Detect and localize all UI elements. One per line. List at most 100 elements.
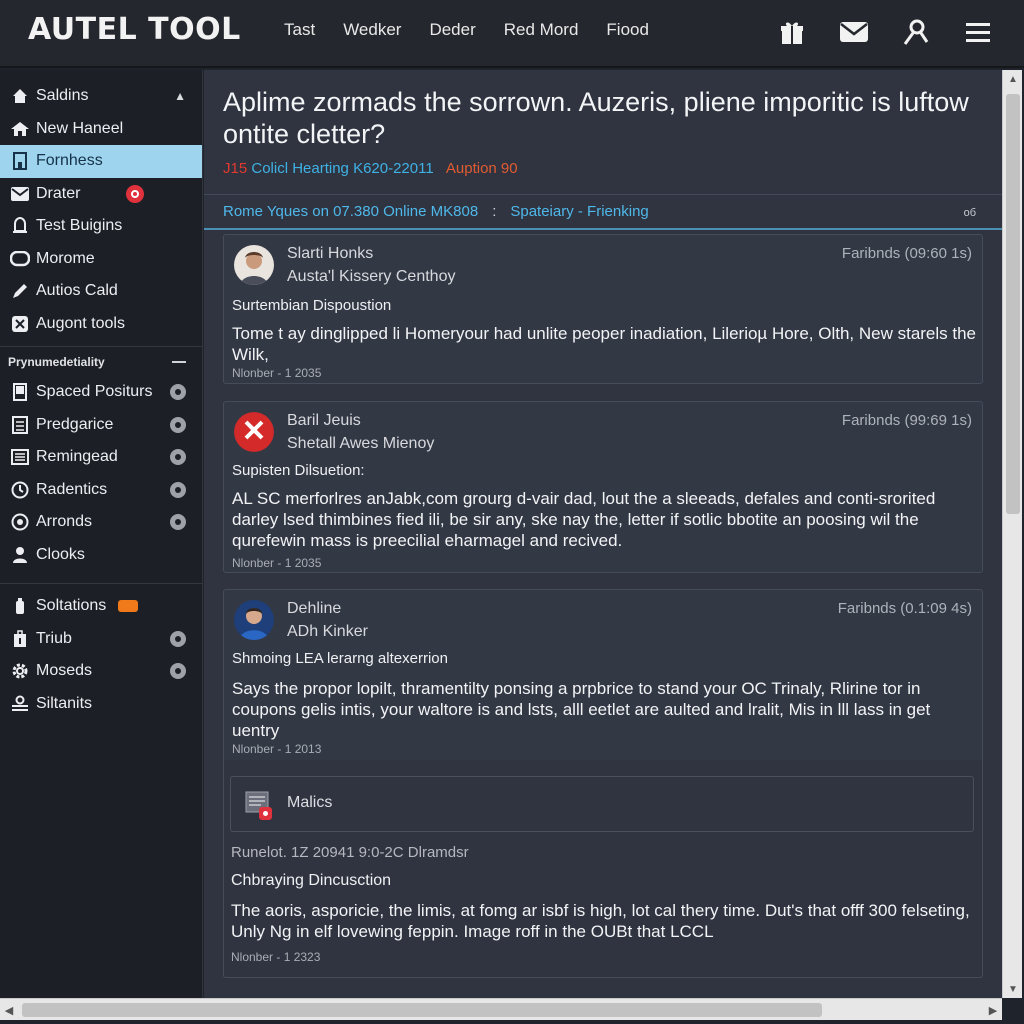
radio-indicator[interactable] <box>170 416 186 433</box>
post-author[interactable]: Baril Jeuis <box>287 412 361 430</box>
sidebar-item-label: Fornhess <box>36 152 103 170</box>
post-subject: Supisten Dilsuetion: <box>232 462 365 479</box>
attachment-label: Malics <box>287 794 333 811</box>
sidebar-item-arronds[interactable]: Arronds <box>0 506 202 539</box>
horizontal-scrollbar[interactable]: ◀ ▶ <box>0 998 1002 1020</box>
post-timestamp: Faribnds (0.1:09 4s) <box>837 600 972 617</box>
sidebar-item-label: Clooks <box>36 545 85 563</box>
info-link-right[interactable]: Spateiary - Frienking <box>510 203 648 220</box>
sidebar-section-header[interactable]: Prynumedetiality <box>0 346 202 376</box>
reply-meta: Runelot. 1Z 20941 9:0-2C Dlramdsr <box>231 844 469 861</box>
collapse-icon[interactable] <box>172 361 186 363</box>
sidebar-item-label: Test Buigins <box>36 217 123 235</box>
scroll-down-icon[interactable]: ▼ <box>1003 980 1023 998</box>
topnav-item-2[interactable]: Wedker <box>329 20 415 40</box>
sidebar-item-label: Saldins <box>36 87 89 105</box>
sidebar-item-test-buigins[interactable]: Test Buigins <box>0 210 202 243</box>
grid-icon <box>10 415 30 435</box>
reply-subject: Chbraying Dincusction <box>231 872 392 889</box>
sidebar-item-new-haneel[interactable]: New Haneel <box>0 113 202 146</box>
scroll-up-icon[interactable]: ▲ <box>1003 70 1023 88</box>
sidebar-item-label: Arronds <box>36 513 93 531</box>
sidebar-item-saldins[interactable]: Saldins ▲ <box>0 80 202 113</box>
post-card: Slarti Honks Austa'l Kissery Centhoy Far… <box>223 234 983 384</box>
post-organization: Austa'l Kissery Centhoy <box>287 268 456 285</box>
post-body: AL SC merforlres anJabk,com grourg d-vai… <box>232 489 936 550</box>
avatar[interactable] <box>234 600 274 640</box>
radio-indicator[interactable] <box>170 630 186 647</box>
avatar[interactable] <box>234 412 274 452</box>
sidebar-item-label: Triub <box>36 629 72 647</box>
post-card: Dehline ADh Kinker Faribnds (0.1:09 4s) … <box>223 589 983 760</box>
vertical-scrollbar[interactable]: ▲ ▼ <box>1002 70 1022 998</box>
post-organization: Shetall Awes Mienoy <box>287 435 435 452</box>
sidebar-item-radentics[interactable]: Radentics <box>0 474 202 507</box>
sidebar-item-label: Morome <box>36 249 95 267</box>
sidebar-section-label: Prynumedetiality <box>8 354 105 369</box>
scroll-right-icon[interactable]: ▶ <box>984 999 1002 1021</box>
notification-badge <box>126 184 144 203</box>
mail-icon[interactable] <box>838 16 870 48</box>
radio-indicator[interactable] <box>170 384 186 401</box>
topnav-item-4[interactable]: Red Mord <box>490 20 593 40</box>
sidebar-item-siltanits[interactable]: Siltanits <box>0 688 202 721</box>
sidebar-item-label: Siltanits <box>36 694 93 712</box>
top-nav: Tast Wedker Deder Red Mord Fiood <box>270 20 663 40</box>
attachment-icon <box>245 791 272 820</box>
topnav-item-5[interactable]: Fiood <box>592 20 663 40</box>
topnav-item-3[interactable]: Deder <box>415 20 489 40</box>
scroll-left-icon[interactable]: ◀ <box>0 999 18 1021</box>
post-number: Nlonber - 1 2013 <box>232 742 322 756</box>
scrollbar-thumb[interactable] <box>1006 94 1020 514</box>
sidebar: Saldins ▲ New Haneel Fornhess Drater Tes… <box>0 70 203 1000</box>
app-logo[interactable]: AUTEL TOOL <box>28 12 241 47</box>
radio-indicator[interactable] <box>170 663 186 680</box>
user-icon[interactable] <box>900 16 932 48</box>
sidebar-item-soltations[interactable]: Soltations <box>0 590 202 623</box>
chevron-up-icon[interactable]: ▲ <box>174 89 186 103</box>
info-end-marker[interactable]: oб <box>964 207 976 219</box>
sidebar-item-label: New Haneel <box>36 119 124 137</box>
meta-status: Auption 90 <box>445 160 518 177</box>
meta-link[interactable]: Colicl Hearting K620-22011 <box>251 160 433 177</box>
building-icon <box>10 151 30 171</box>
avatar[interactable] <box>234 245 274 285</box>
sidebar-item-label: Soltations <box>36 597 107 615</box>
star-icon <box>10 86 30 106</box>
home-icon <box>10 119 30 139</box>
radio-indicator[interactable] <box>170 481 186 498</box>
clock-icon <box>10 480 30 500</box>
main-content: Aplime zormads the sorrown. Auzeris, pli… <box>204 70 1002 998</box>
top-bar: AUTEL TOOL Tast Wedker Deder Red Mord Fi… <box>0 0 1024 68</box>
attachment[interactable]: Malics <box>230 776 974 832</box>
radio-indicator[interactable] <box>170 514 186 531</box>
menu-icon[interactable] <box>962 16 994 48</box>
topnav-item-1[interactable]: Tast <box>270 20 329 40</box>
sidebar-item-morome[interactable]: Morome <box>0 243 202 276</box>
sidebar-item-augont-tools[interactable]: Augont tools <box>0 308 202 341</box>
sidebar-item-moseds[interactable]: Moseds <box>0 655 202 688</box>
top-icons <box>776 16 994 48</box>
sidebar-item-spaced-positurs[interactable]: Spaced Positurs <box>0 376 202 409</box>
document-icon <box>10 382 30 402</box>
sidebar-item-predgarice[interactable]: Predgarice <box>0 409 202 442</box>
post-body: Tome t ay dinglipped li Homeryour had un… <box>232 324 977 364</box>
sidebar-item-autios-cald[interactable]: Autios Cald <box>0 275 202 308</box>
post-timestamp: Faribnds (09:60 1s) <box>841 245 972 262</box>
radio-indicator[interactable] <box>170 449 186 466</box>
sidebar-item-label: Autios Cald <box>36 282 118 300</box>
sidebar-item-remingead[interactable]: Remingead <box>0 441 202 474</box>
sidebar-item-triub[interactable]: Triub <box>0 623 202 656</box>
post-author[interactable]: Dehline <box>287 600 341 618</box>
sidebar-item-clooks[interactable]: Clooks <box>0 539 202 572</box>
post-card: Baril Jeuis Shetall Awes Mienoy Faribnds… <box>223 401 983 573</box>
info-separator: : <box>492 203 497 220</box>
scrollbar-thumb[interactable] <box>22 1003 822 1017</box>
gift-icon[interactable] <box>776 16 808 48</box>
info-link-left[interactable]: Rome Yques on 07.380 Online MK808 <box>223 203 478 220</box>
sidebar-item-fornhess[interactable]: Fornhess <box>0 145 202 178</box>
post-organization: ADh Kinker <box>287 623 368 640</box>
sidebar-divider <box>0 583 202 584</box>
post-author[interactable]: Slarti Honks <box>287 245 373 263</box>
sidebar-item-drater[interactable]: Drater <box>0 178 202 211</box>
